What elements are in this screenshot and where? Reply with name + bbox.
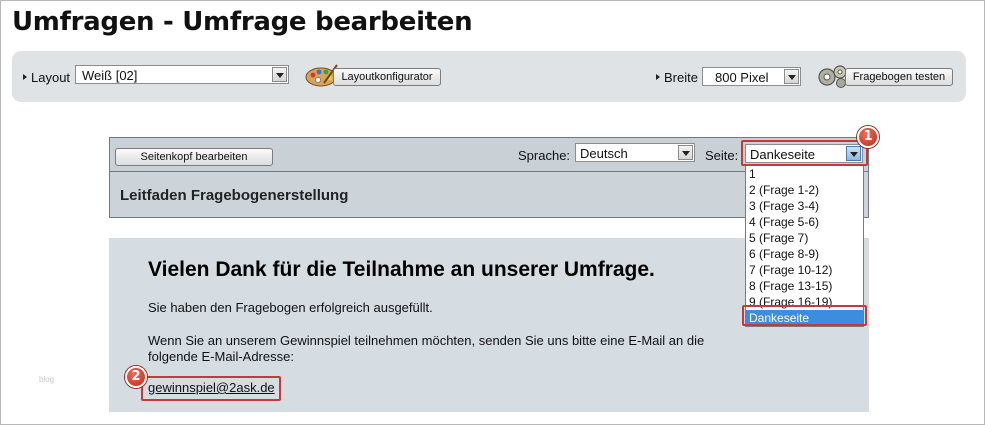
page-label: Seite: xyxy=(705,148,739,163)
width-label: Breite xyxy=(656,70,698,85)
badge-2: 2 xyxy=(125,366,147,388)
completed-text: Sie haben den Fragebogen erfolgreich aus… xyxy=(148,300,433,315)
page-dropdown-list: 12 (Frage 1-2) 3 (Frage 3-4) 4 (Frage 5-6)… xyxy=(745,165,864,327)
badge-1: 1 xyxy=(857,126,879,148)
page-option[interactable]: 6 (Frage 8-9) xyxy=(746,246,863,262)
language-select[interactable]: Deutsch xyxy=(575,143,695,162)
watermark: blog xyxy=(39,375,55,384)
layout-label: Layout xyxy=(23,70,70,85)
chevron-down-icon[interactable] xyxy=(784,69,799,84)
page-options: 12 (Frage 1-2) 3 (Frage 3-4) 4 (Frage 5-6)… xyxy=(746,166,863,326)
prize-text-line2: folgende E-Mail-Adresse: xyxy=(148,349,294,364)
page-option[interactable]: 4 (Frage 5-6) xyxy=(746,214,863,230)
page-option[interactable]: 3 (Frage 3-4) xyxy=(746,198,863,214)
page-option[interactable]: 2 (Frage 1-2) xyxy=(746,182,863,198)
page-option[interactable]: 8 (Frage 13-15) xyxy=(746,278,863,294)
layout-configurator-button[interactable]: Layoutkonfigurator xyxy=(333,68,441,86)
highlight-dankeseite-option xyxy=(742,305,867,326)
highlight-email xyxy=(141,376,281,401)
chevron-down-icon[interactable] xyxy=(272,67,287,82)
edit-header-button[interactable]: Seitenkopf bearbeiten xyxy=(115,148,273,166)
thanks-heading: Vielen Dank für die Teilnahme an unserer… xyxy=(148,258,655,281)
bullet-arrow-icon xyxy=(23,74,27,80)
page-option[interactable]: 7 (Frage 10-12) xyxy=(746,262,863,278)
width-select[interactable]: 800 Pixel xyxy=(702,67,801,86)
window-frame: Umfragen - Umfrage bearbeiten Layout Wei… xyxy=(0,0,985,425)
page-option[interactable]: 5 (Frage 7) xyxy=(746,230,863,246)
chevron-down-icon[interactable] xyxy=(678,145,693,160)
test-survey-button[interactable]: Fragebogen testen xyxy=(845,68,953,86)
layout-select[interactable]: Weiß [02] xyxy=(75,65,289,84)
prize-text-line1: Wenn Sie an unserem Gewinnspiel teilnehm… xyxy=(148,333,705,348)
survey-section-title: Leitfaden Fragebogenerstellung xyxy=(120,187,349,204)
highlight-page-select xyxy=(741,140,868,166)
bullet-arrow-icon xyxy=(656,74,660,80)
language-label: Sprache: xyxy=(518,148,571,163)
page-title: Umfragen - Umfrage bearbeiten xyxy=(12,7,473,37)
page-option[interactable]: 1 xyxy=(746,166,863,182)
